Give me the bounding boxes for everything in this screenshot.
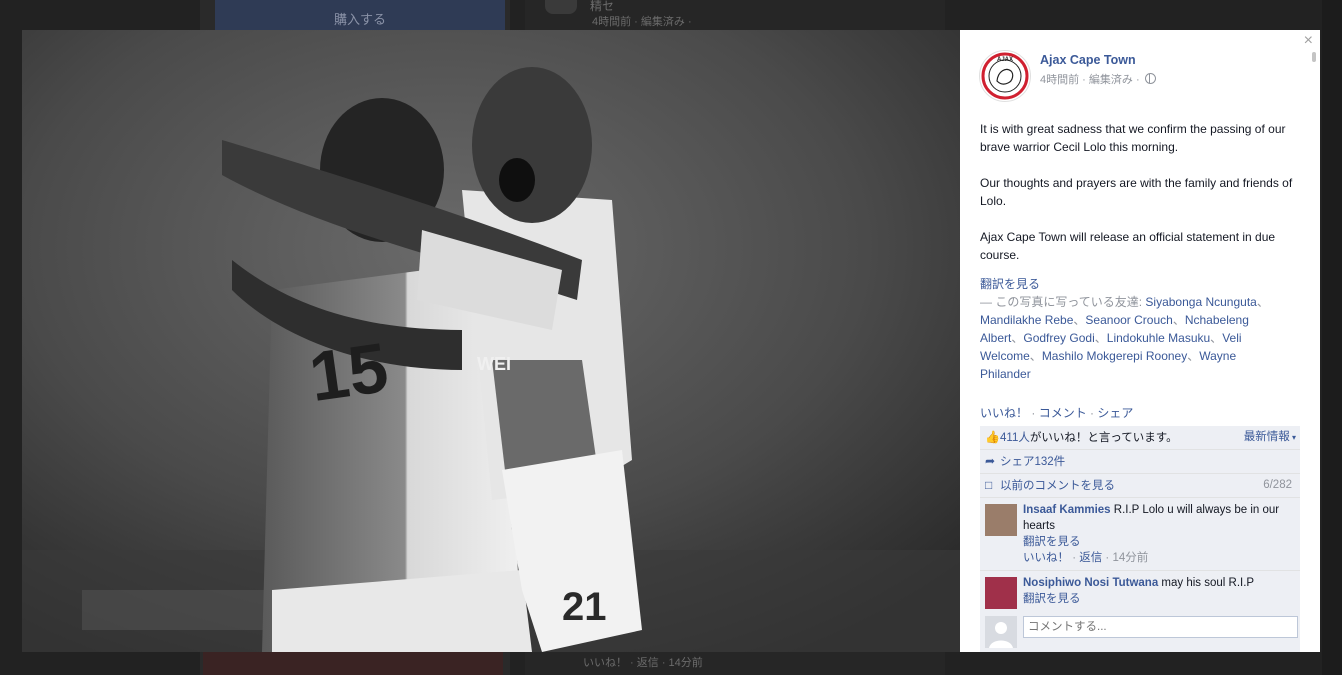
avatar[interactable] — [985, 504, 1017, 536]
likes-row: 👍411人がいいね！と言っています。 最新情報 ▾ — [980, 426, 1300, 450]
comment-icon: □ — [985, 478, 993, 492]
background-image — [203, 652, 503, 675]
background-avatar — [545, 0, 577, 14]
photo-lightbox: 15 21 WEI × AJAX Ajax Cape Town 4時間前 · 編… — [22, 30, 1320, 652]
tags-prefix: — この写真に写っている友達: — [980, 295, 1146, 309]
comment-author[interactable]: Insaaf Kammies — [1023, 504, 1111, 516]
page-avatar[interactable]: AJAX — [979, 50, 1031, 102]
post-paragraph: Our thoughts and prayers are with the fa… — [980, 176, 1293, 208]
comment-translate-link[interactable]: 翻訳を見る — [1023, 591, 1296, 607]
comment-text: may his soul R.I.P — [1158, 577, 1255, 589]
tag-separator: 、 — [1172, 313, 1185, 327]
comment-item: Insaaf Kammies R.I.P Lolo u will always … — [980, 498, 1300, 571]
jersey-number-left: 15 — [305, 328, 393, 416]
close-icon[interactable]: × — [1304, 32, 1313, 50]
comment-actions: いいね！ · 返信 · 14分前 — [1023, 552, 1149, 564]
photo-artwork: 15 21 WEI — [22, 30, 960, 652]
likes-count-link[interactable]: 411人 — [1000, 432, 1030, 444]
background-comment-actions: いいね！ · 返信 · 14分前 — [583, 657, 703, 669]
comment-button[interactable]: コメント — [1039, 406, 1087, 420]
jersey-number-right: 21 — [562, 585, 607, 629]
comment-time[interactable]: 14分前 — [1112, 552, 1148, 564]
tag-separator: 、 — [1073, 313, 1086, 327]
post-paragraph: It is with great sadness that we confirm… — [980, 122, 1286, 154]
tagged-friend-link[interactable]: Seanoor Crouch — [1085, 313, 1172, 327]
comment-reply-button[interactable]: 返信 — [1079, 552, 1102, 564]
thumbs-up-icon: 👍 — [985, 430, 1000, 444]
comment-like-button[interactable]: いいね！ — [1023, 552, 1069, 564]
tag-separator: 、 — [1256, 295, 1269, 309]
background-item-meta: 4時間前 · 編集済み · — [592, 16, 692, 28]
post-side-panel: × AJAX Ajax Cape Town 4時間前 · 編集済み · It i… — [960, 30, 1320, 652]
feedback-section: 👍411人がいいね！と言っています。 最新情報 ▾ ➦ シェア132件 □ 以前のコ… — [980, 426, 1300, 612]
tag-separator: 、 — [1187, 349, 1200, 363]
post-meta: 4時間前 · 編集済み · — [1040, 71, 1156, 87]
comment-author[interactable]: Nosiphiwo Nosi Tutwana — [1023, 577, 1158, 589]
tagged-friend-link[interactable]: Mashilo Mokgerepi Rooney — [1042, 349, 1187, 363]
comment-composer — [980, 609, 1300, 652]
background-right-edge — [1322, 0, 1342, 675]
globe-icon — [1144, 73, 1156, 84]
share-button[interactable]: シェア — [1097, 406, 1133, 420]
post-time[interactable]: 4時間前 — [1040, 74, 1079, 86]
tagged-friend-link[interactable]: Mandilakhe Rebe — [980, 313, 1073, 327]
post-paragraph: Ajax Cape Town will release an official … — [980, 230, 1276, 262]
tagged-friends: — この写真に写っている友達: Siyabonga Ncunguta、Mandi… — [980, 293, 1280, 383]
likes-text: がいいね！と言っています。 — [1029, 432, 1178, 444]
tagged-friend-link[interactable]: Siyabonga Ncunguta — [1145, 295, 1256, 309]
prev-comments-link[interactable]: 以前のコメントを見る — [1000, 480, 1115, 492]
tag-separator: 、 — [1094, 331, 1107, 345]
shares-row: ➦ シェア132件 — [980, 450, 1300, 474]
sponsor-text: WEI — [477, 354, 511, 374]
shares-link[interactable]: シェア132件 — [1000, 456, 1065, 468]
background-item-title: 精セ — [590, 0, 615, 13]
prev-comments-row: □ 以前のコメントを見る 6/282 — [980, 474, 1300, 498]
default-user-icon — [985, 616, 1017, 648]
sort-label[interactable]: 最新情報 — [1244, 431, 1290, 443]
chevron-down-icon: ▾ — [1289, 433, 1296, 442]
tag-separator: 、 — [1029, 349, 1042, 363]
post-text: It is with great sadness that we confirm… — [980, 120, 1305, 282]
comment-input[interactable] — [1023, 616, 1298, 638]
comment-item: Nosiphiwo Nosi Tutwana may his soul R.I.… — [980, 571, 1300, 612]
action-separator: · — [1086, 406, 1098, 420]
action-separator: · — [1028, 406, 1039, 420]
ajax-logo-icon: AJAX — [981, 52, 1029, 100]
page-name-link[interactable]: Ajax Cape Town — [1040, 53, 1136, 67]
post-photo[interactable]: 15 21 WEI — [22, 30, 960, 652]
avatar — [985, 616, 1017, 648]
tagged-friend-link[interactable]: Godfrey Godi — [1023, 331, 1094, 345]
panel-scrollbar[interactable] — [1312, 52, 1316, 62]
tag-separator: 、 — [1011, 331, 1024, 345]
share-icon: ➦ — [985, 454, 996, 468]
like-button[interactable]: いいね！ — [980, 406, 1028, 420]
tag-separator: 、 — [1210, 331, 1223, 345]
post-edited: · 編集済み · — [1079, 74, 1143, 86]
post-actions: いいね！ · コメント · シェア — [980, 404, 1133, 421]
comment-translate-link[interactable]: 翻訳を見る — [1023, 534, 1296, 550]
logo-text: AJAX — [997, 57, 1013, 63]
avatar[interactable] — [985, 577, 1017, 609]
right-player-head — [472, 67, 592, 223]
comments-count: 6/282 — [1263, 479, 1292, 491]
tagged-friend-link[interactable]: Lindokuhle Masuku — [1107, 331, 1210, 345]
sort-dropdown[interactable]: 最新情報 ▾ — [1244, 426, 1296, 449]
see-translation-link[interactable]: 翻訳を見る — [980, 275, 1040, 292]
